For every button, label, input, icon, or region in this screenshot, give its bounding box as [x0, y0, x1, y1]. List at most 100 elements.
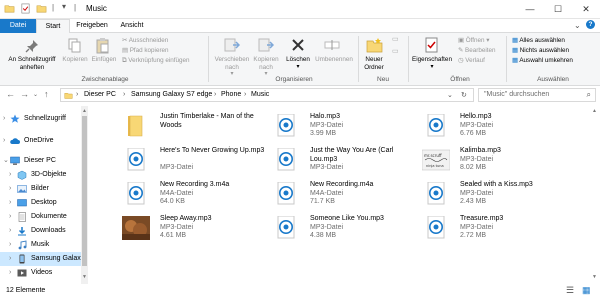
tab-freigeben[interactable]: Freigeben [72, 19, 112, 33]
file-item[interactable]: mr.scruff ninja tuna Kalimba.mp3 MP3-Datei 8… [421, 144, 572, 176]
audio-file-icon [122, 181, 150, 206]
paste-shortcut-button[interactable]: ⧉ Verknüpfung einfügen [122, 57, 190, 65]
refresh-icon[interactable]: ↻ [461, 91, 467, 99]
open-group-label: Öffnen [450, 76, 470, 83]
search-input[interactable]: "Music" durchsuchen [484, 91, 549, 98]
pin-to-quick-access-button[interactable]: An Schnellzugriff anheften [2, 56, 62, 71]
file-name: Justin Timberlake - Man of the Woods [160, 113, 254, 129]
file-item[interactable]: Sealed with a Kiss.mp3 MP3-Datei 2.43 MB [422, 178, 572, 210]
open-button[interactable]: ▣ Öffnen ▾ [458, 37, 489, 45]
sidebar-item-bilder[interactable]: › Bilder [0, 182, 87, 196]
sidebar-scrollbar[interactable]: ▲ ▼ [81, 106, 88, 284]
search-box[interactable]: "Music" durchsuchen ⌕ [478, 88, 596, 102]
expand-chevron-icon[interactable]: › [9, 168, 11, 182]
ribbon-collapse-icon[interactable]: ⌄ [574, 21, 581, 30]
scroll-down-icon[interactable]: ▼ [592, 274, 597, 280]
file-item[interactable]: Justin Timberlake - Man of the Woods [122, 110, 272, 142]
file-item[interactable]: New Recording.m4a M4A-Datei 71.7 KB [272, 178, 422, 210]
expand-chevron-icon[interactable]: › [9, 182, 11, 196]
expand-chevron-icon[interactable]: › [3, 112, 5, 126]
sidebar-item-dokumente[interactable]: › Dokumente [0, 210, 87, 224]
sidebar-item-label: Bilder [31, 185, 49, 192]
file-item[interactable]: Halo.mp3 MP3-Datei 3.99 MB [272, 110, 422, 142]
rename-button[interactable]: Umbenennen [312, 56, 356, 64]
sidebar-item-dieser-pc[interactable]: ⌄ Dieser PC [0, 154, 87, 168]
sidebar-item-musik[interactable]: › Musik [0, 238, 87, 252]
sidebar-item-label: Dieser PC [24, 157, 56, 164]
back-button[interactable]: ← [6, 89, 15, 99]
address-dropdown-icon[interactable]: ⌄ [447, 91, 453, 99]
file-item[interactable]: Someone Like You.mp3 MP3-Datei 4.38 MB [272, 212, 422, 244]
scroll-up-icon[interactable]: ▲ [592, 108, 597, 114]
expand-chevron-icon[interactable]: › [9, 238, 11, 252]
breadcrumb-phone[interactable]: Phone [221, 91, 241, 98]
scroll-down-icon[interactable]: ▼ [82, 274, 87, 280]
sidebar-item-onedrive[interactable]: › OneDrive [0, 134, 87, 148]
collapse-chevron-icon[interactable]: ⌄ [3, 154, 9, 168]
expand-chevron-icon[interactable]: › [9, 224, 11, 238]
quick-access-dropdown-icon[interactable]: ▾ [62, 2, 66, 11]
recent-locations-icon[interactable]: ⌄ [33, 91, 38, 98]
delete-dropdown-icon[interactable]: ▾ [280, 64, 316, 72]
history-button[interactable]: ◷ Verlauf [458, 57, 485, 65]
expand-chevron-icon[interactable]: › [3, 134, 5, 148]
sidebar-item-3d-objekte[interactable]: › 3D-Objekte [0, 168, 87, 182]
sidebar-item-desktop[interactable]: › Desktop [0, 196, 87, 210]
select-group-label: Auswählen [537, 76, 569, 83]
select-none-button[interactable]: ▦ Nichts auswählen [512, 47, 569, 55]
file-item[interactable]: Treasure.mp3 MP3-Datei 2.72 MB [422, 212, 572, 244]
properties-button[interactable]: Eigenschaften [410, 56, 454, 64]
breadcrumb-music[interactable]: Music [251, 91, 269, 98]
edit-button[interactable]: ✎ Bearbeiten [458, 47, 496, 55]
up-button[interactable]: ↑ [44, 89, 49, 99]
properties-dropdown-icon[interactable]: ▾ [410, 64, 454, 72]
breadcrumb-samsung[interactable]: Samsung Galaxy S7 edge [131, 91, 212, 98]
new-item-icon[interactable]: ▭ [392, 35, 399, 43]
expand-chevron-icon[interactable]: › [9, 210, 11, 224]
cut-button[interactable]: ✂ Ausschneiden [122, 37, 168, 45]
forward-button[interactable]: → [20, 89, 29, 99]
tab-datei[interactable]: Datei [0, 19, 36, 33]
maximize-button[interactable]: ☐ [544, 0, 572, 19]
copy-path-button[interactable]: ▤ Pfad kopieren [122, 47, 169, 55]
sidebar-item-schnellzugriff[interactable]: › Schnellzugriff [0, 112, 87, 126]
sidebar-item-label: Desktop [31, 199, 57, 206]
delete-button[interactable]: Löschen [280, 56, 316, 64]
select-all-button[interactable]: ▦ Alles auswählen [512, 37, 565, 45]
file-item[interactable]: Just the Way You Are (Carl Lou.mp3 MP3-Da… [272, 144, 422, 176]
file-item[interactable]: Hello.mp3 MP3-Datei 6.76 MB [422, 110, 572, 142]
star-icon [10, 114, 20, 123]
new-folder-quick-icon[interactable] [36, 3, 47, 14]
sidebar-item-downloads[interactable]: › Downloads [0, 224, 87, 238]
close-button[interactable]: ✕ [572, 0, 600, 19]
sidebar-item-samsung-galaxy[interactable]: › Samsung Galaxy [0, 252, 87, 266]
help-icon[interactable]: ? [586, 20, 595, 29]
breadcrumb-dieser-pc[interactable]: Dieser PC [84, 91, 116, 98]
scroll-up-icon[interactable]: ▲ [82, 108, 87, 114]
address-bar[interactable]: › Dieser PC › Samsung Galaxy S7 edge › P… [60, 88, 474, 102]
file-item[interactable]: New Recording 3.m4a M4A-Datei 64.0 KB [122, 178, 272, 210]
expand-chevron-icon[interactable]: › [9, 266, 11, 280]
paste-button[interactable]: Einfügen [88, 56, 120, 64]
properties-quick-icon[interactable] [20, 3, 31, 14]
audio-file-icon [422, 181, 450, 206]
tab-ansicht[interactable]: Ansicht [114, 19, 150, 33]
sidebar-scroll-thumb[interactable] [82, 116, 87, 266]
main-scrollbar[interactable]: ▲ ▼ [590, 106, 600, 284]
file-type: MP3-Datei [460, 223, 494, 231]
new-folder-button[interactable]: Neuer Ordner [358, 56, 390, 71]
file-item[interactable]: Sleep Away.mp3 MP3-Datei 4.61 MB [122, 212, 272, 244]
tiles-view-icon[interactable]: ▦ [582, 285, 591, 296]
select-none-label: Nichts auswählen [519, 47, 570, 54]
expand-chevron-icon[interactable]: › [9, 196, 11, 210]
expand-chevron-icon[interactable]: › [9, 252, 11, 266]
minimize-button[interactable]: — [516, 0, 544, 19]
sidebar-item-videos[interactable]: › Videos [0, 266, 87, 280]
invert-selection-button[interactable]: ▦ Auswahl umkehren [512, 57, 573, 65]
file-item[interactable]: Here's To Never Growing Up.mp3 MP3-Datei [122, 144, 272, 176]
tab-start[interactable]: Start [36, 19, 70, 34]
details-view-icon[interactable]: ☰ [566, 285, 574, 296]
documents-icon [18, 212, 26, 222]
copy-button[interactable]: Kopieren [58, 56, 92, 64]
easy-access-icon[interactable]: ▭ [392, 47, 399, 55]
